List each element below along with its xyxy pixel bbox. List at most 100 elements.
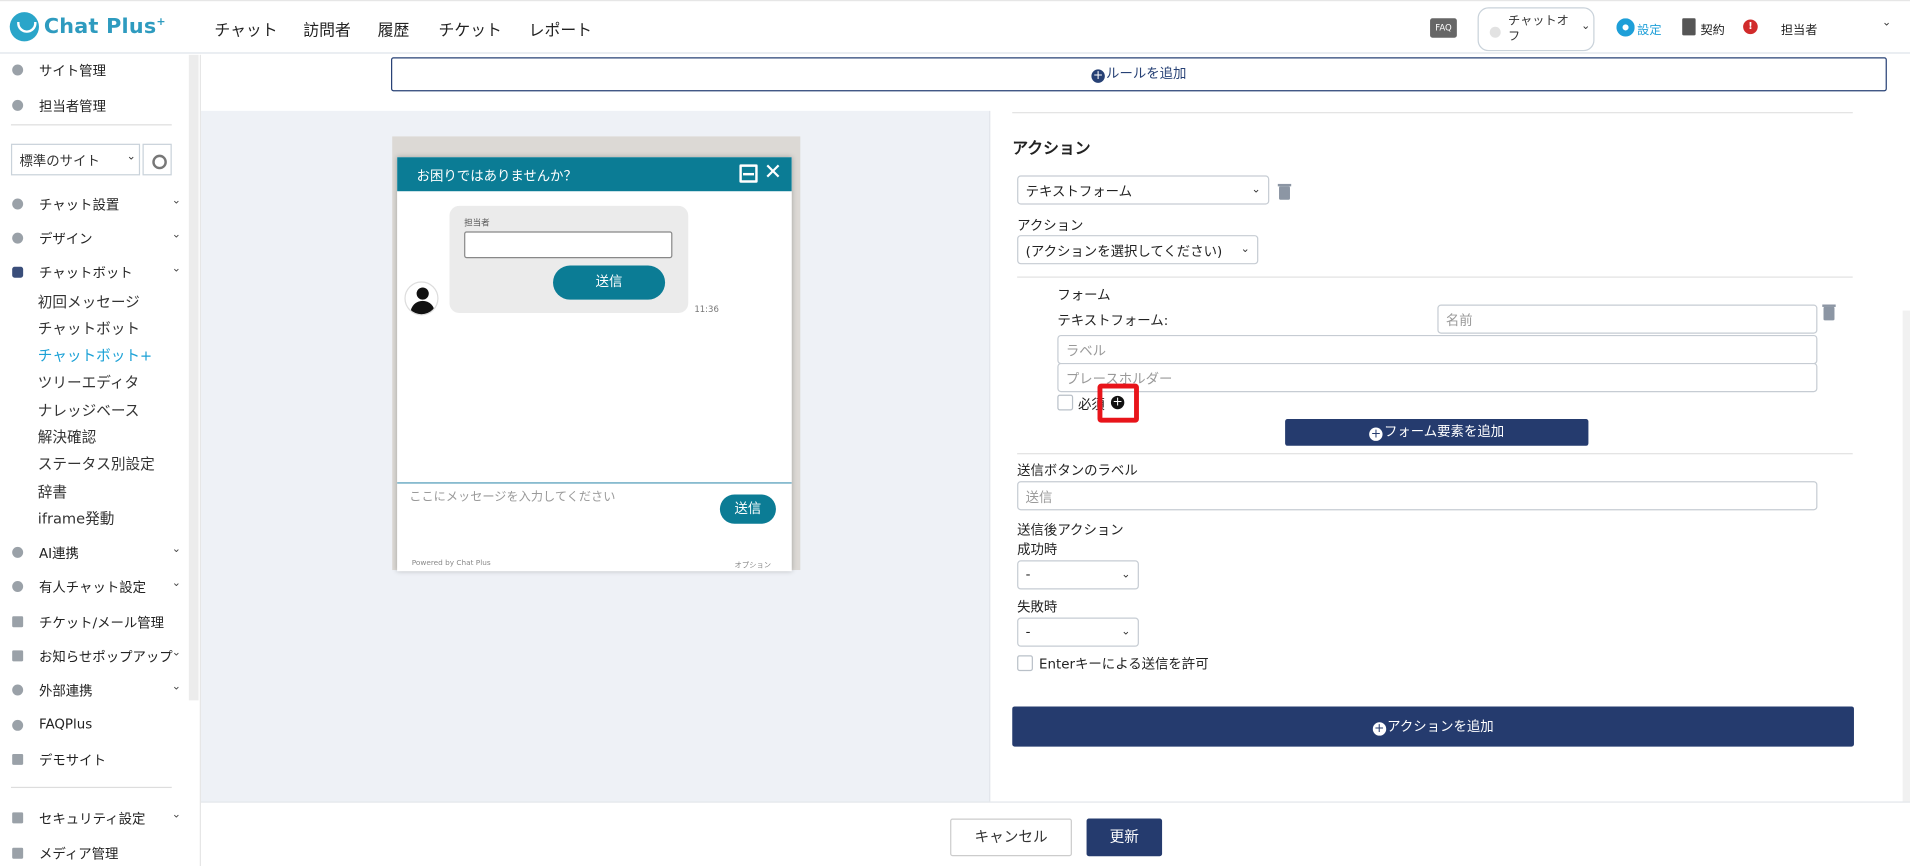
- sidebar-sub-dictionary[interactable]: 辞書: [38, 481, 67, 502]
- document-icon[interactable]: [1682, 18, 1696, 36]
- cancel-button[interactable]: キャンセル: [950, 818, 1072, 857]
- nav-history[interactable]: 履歴: [378, 17, 410, 40]
- send-button-label-placeholder: 送信: [1025, 489, 1053, 506]
- sidebar-item-label: デザイン: [38, 231, 93, 248]
- sidebar-item-media[interactable]: メディア管理: [0, 840, 189, 866]
- bubble-send-button[interactable]: 送信: [553, 265, 666, 300]
- sidebar-item-faqplus[interactable]: FAQPlus: [0, 713, 189, 740]
- nav-reports[interactable]: レポート: [529, 17, 592, 40]
- text-form-label: テキストフォーム:: [1057, 313, 1169, 329]
- sidebar-sub-iframe-trigger[interactable]: iframe発動: [38, 508, 115, 529]
- label-field[interactable]: ラベル: [1057, 334, 1818, 365]
- success-action-value: -: [1025, 566, 1031, 583]
- sidebar-item-chatbot[interactable]: チャットボット ⌄: [0, 259, 189, 286]
- sidebar-item-external[interactable]: 外部連携 ⌄: [0, 677, 189, 704]
- trash-icon[interactable]: [1822, 304, 1836, 321]
- sidebar-sub-chatbot[interactable]: チャットボット: [38, 318, 140, 339]
- chevron-down-icon: ⌄: [126, 151, 136, 164]
- settings-link[interactable]: 設定: [1637, 19, 1661, 37]
- form-message-bubble: 担当者 送信: [449, 205, 689, 314]
- sidebar-sub-tree-editor[interactable]: ツリーエディタ: [38, 371, 139, 392]
- add-action-button[interactable]: + アクションを追加: [1012, 706, 1854, 747]
- update-button[interactable]: 更新: [1086, 818, 1163, 857]
- action-select-value: (アクションを選択してください): [1025, 243, 1223, 260]
- sidebar-item-agent-management[interactable]: 担当者管理: [0, 93, 189, 120]
- nav-tickets[interactable]: チケット: [439, 17, 502, 40]
- after-send-action-title: 送信後アクション: [1017, 522, 1124, 539]
- site-settings-gear-icon[interactable]: [142, 143, 172, 176]
- option-link[interactable]: オプション: [735, 559, 772, 570]
- shield-icon: [12, 812, 24, 824]
- name-field[interactable]: 名前: [1437, 304, 1818, 334]
- chatplus-logo-icon[interactable]: [9, 12, 39, 42]
- contract-link[interactable]: 契約: [1700, 19, 1724, 37]
- avatar: [404, 281, 439, 316]
- message-time: 11:36: [694, 304, 719, 315]
- alert-icon[interactable]: !: [1743, 19, 1758, 35]
- required-checkbox[interactable]: [1057, 394, 1074, 411]
- gear-icon[interactable]: [1616, 18, 1635, 37]
- user-menu[interactable]: 担当者: [1781, 19, 1818, 37]
- enter-send-checkbox[interactable]: [1017, 655, 1033, 672]
- action-settings-pane: アクション テキストフォーム ⌄ アクション (アクションを選択してください) …: [989, 110, 1910, 802]
- chevron-down-icon: ⌄: [171, 808, 181, 821]
- minimize-icon[interactable]: [739, 164, 758, 183]
- widget-send-button[interactable]: 送信: [719, 494, 776, 524]
- sidebar-item-label: メディア管理: [38, 846, 119, 863]
- failure-action-select[interactable]: - ⌄: [1017, 617, 1139, 647]
- sidebar-item-popup[interactable]: お知らせポップアップ ⌄: [0, 643, 189, 670]
- bottom-action-bar: キャンセル 更新: [200, 801, 1910, 866]
- top-header: Chat Plus+ チャット 訪問者 履歴 チケット レポート FAQ チャッ…: [0, 0, 1910, 54]
- sidebar-sub-knowledge-base[interactable]: ナレッジベース: [38, 400, 140, 421]
- success-action-select[interactable]: - ⌄: [1017, 560, 1139, 590]
- chevron-down-icon: ⌄: [171, 646, 181, 659]
- highlight-box: [1097, 383, 1139, 423]
- sidebar: サイト管理 担当者管理 標準のサイト ⌄ チャット設置 ⌄ デザイン ⌄ チャッ…: [0, 54, 201, 866]
- label-field-placeholder: ラベル: [1065, 343, 1107, 360]
- add-rule-button[interactable]: + ルールを追加: [391, 57, 1887, 92]
- site-select[interactable]: 標準のサイト ⌄: [10, 143, 141, 176]
- nav-visitors[interactable]: 訪問者: [303, 17, 351, 40]
- send-button-label-field[interactable]: 送信: [1017, 481, 1818, 511]
- sidebar-item-site-management[interactable]: サイト管理: [0, 57, 189, 84]
- sidebar-item-ai[interactable]: AI連携 ⌄: [0, 540, 189, 567]
- chevron-down-icon: ⌄: [171, 263, 181, 276]
- site-select-value: 標準のサイト: [19, 153, 100, 170]
- chevron-down-icon[interactable]: ⌄: [1882, 17, 1891, 29]
- sidebar-sub-resolution-check[interactable]: 解決確認: [38, 426, 96, 447]
- nav-chat[interactable]: チャット: [214, 17, 277, 40]
- sidebar-item-ticket-mail[interactable]: チケット/メール管理: [0, 609, 189, 636]
- placeholder-field[interactable]: プレースホルダー: [1057, 362, 1818, 393]
- sidebar-item-live-chat[interactable]: 有人チャット設定 ⌄: [0, 574, 189, 601]
- sidebar-item-label: お知らせポップアップ: [38, 649, 173, 666]
- add-form-element-button[interactable]: + フォーム要素を追加: [1285, 418, 1589, 446]
- app-logo[interactable]: Chat Plus+: [44, 15, 166, 39]
- sidebar-item-chat-install[interactable]: チャット設置 ⌄: [0, 191, 189, 218]
- sidebar-item-security[interactable]: セキュリティ設定 ⌄: [0, 805, 189, 832]
- sidebar-item-design[interactable]: デザイン ⌄: [0, 225, 189, 252]
- sidebar-sub-first-message[interactable]: 初回メッセージ: [38, 291, 140, 312]
- faq-icon[interactable]: FAQ: [1430, 18, 1457, 38]
- send-button-label-title: 送信ボタンのラベル: [1017, 462, 1138, 479]
- action-type-select[interactable]: テキストフォーム ⌄: [1017, 175, 1270, 205]
- chevron-down-icon: ⌄: [1121, 626, 1131, 639]
- chevron-down-icon: ⌄: [171, 680, 181, 694]
- divider: [1012, 112, 1853, 114]
- chevron-down-icon: ⌄: [1581, 20, 1591, 33]
- sidebar-item-demo-site[interactable]: デモサイト: [0, 747, 189, 774]
- chevron-down-icon: ⌄: [171, 543, 181, 556]
- bubble-input[interactable]: [464, 231, 673, 259]
- trash-icon[interactable]: [1277, 183, 1292, 200]
- main-content: + ルールを追加 お困りではありませんか？ ✕ 担当者 送信 11:36 ここに…: [200, 54, 1910, 866]
- sidebar-sub-chatbot-plus[interactable]: チャットボット+: [38, 345, 152, 366]
- divider: [10, 786, 172, 789]
- chat-status-dropdown[interactable]: チャットオフ ⌄: [1477, 7, 1595, 52]
- chat-preview-pane: お困りではありませんか？ ✕ 担当者 送信 11:36 ここにメッセージを入力し…: [200, 110, 990, 802]
- action-select[interactable]: (アクションを選択してください) ⌄: [1017, 235, 1259, 265]
- close-icon[interactable]: ✕: [764, 160, 782, 186]
- sidebar-item-label: 有人チャット設定: [38, 579, 147, 596]
- content-scrollbar[interactable]: [1902, 310, 1910, 802]
- message-input[interactable]: ここにメッセージを入力してください: [409, 486, 615, 504]
- sidebar-scrollbar[interactable]: [188, 54, 199, 701]
- sidebar-sub-status-settings[interactable]: ステータス別設定: [38, 453, 155, 474]
